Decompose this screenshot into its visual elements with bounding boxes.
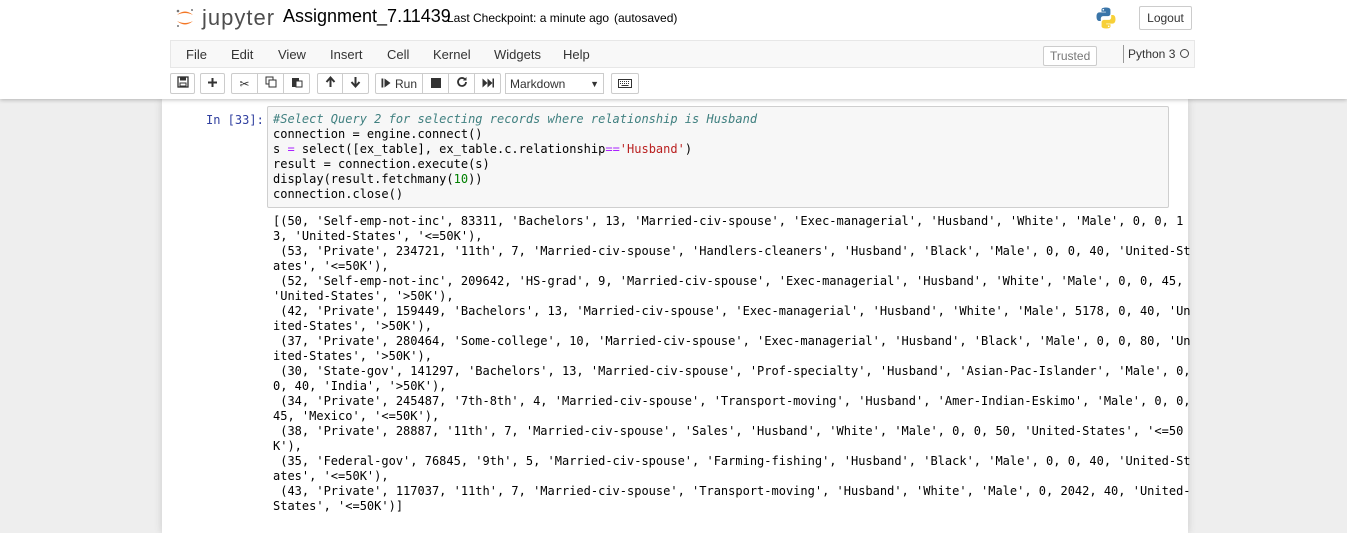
code-comment: #Select Query 2 for selecting records wh… [273, 112, 758, 126]
output-line: (38, 'Private', 28887, '11th', 7, 'Marri… [273, 424, 1184, 438]
output-line: ited-States', '>50K'), [273, 319, 432, 333]
menubar: File Edit View Insert Cell Kernel Widget… [170, 40, 1195, 68]
code-line-3c: select([ex_table], ex_table.c.relationsh… [301, 142, 606, 156]
menu-help[interactable]: Help [563, 47, 590, 62]
caret-down-icon: ▼ [590, 78, 599, 89]
code-line-5-number: 10 [453, 172, 469, 186]
output-line: ates', '<=50K'), [273, 259, 389, 273]
restart-button[interactable] [448, 73, 475, 94]
cut-button[interactable]: ✂ [231, 73, 258, 94]
move-down-button[interactable] [342, 73, 369, 94]
menu-kernel[interactable]: Kernel [433, 47, 471, 62]
copy-icon [265, 76, 277, 91]
output-line: ited-States', '>50K'), [273, 349, 432, 363]
arrow-down-icon [350, 76, 361, 91]
output-line: 45, 'Mexico', '<=50K'), [273, 409, 440, 423]
command-palette-button[interactable] [611, 73, 639, 94]
code-line-6: connection.close() [273, 187, 404, 201]
paste-icon [291, 76, 303, 91]
save-icon [176, 76, 189, 91]
output-line: 3, 'United-States', '<=50K'), [273, 229, 483, 243]
kernel-idle-icon [1180, 49, 1189, 58]
code-line-3-string: 'Husband' [619, 142, 685, 156]
output-line: (35, 'Federal-gov', 76845, '9th', 5, 'Ma… [273, 454, 1191, 468]
code-line-4: result = connection.execute(s) [273, 157, 490, 171]
cell-output: [(50, 'Self-emp-not-inc', 83311, 'Bachel… [273, 214, 1191, 514]
jupyter-logo-text: jupyter [202, 5, 276, 30]
menu-file[interactable]: File [186, 47, 207, 62]
plus-icon [207, 77, 218, 91]
kernel-name[interactable]: Python 3 [1128, 47, 1175, 61]
trusted-indicator[interactable]: Trusted [1043, 46, 1098, 66]
fast-forward-icon [482, 77, 494, 91]
refresh-icon [456, 76, 468, 91]
output-line: (42, 'Private', 159449, 'Bachelors', 13,… [273, 304, 1191, 318]
jupyter-logo-icon [174, 7, 196, 29]
checkpoint-status: Last Checkpoint: a minute ago [447, 11, 610, 25]
scissors-icon: ✂ [239, 76, 250, 91]
output-line: 'United-States', '>50K'), [273, 289, 454, 303]
jupyter-logo[interactable]: jupyter [174, 4, 275, 32]
header: jupyter Assignment_7.11439 Last Checkpoi… [0, 0, 1347, 99]
restart-run-all-button[interactable] [474, 73, 501, 94]
code-line-3f: ) [684, 142, 693, 156]
output-line: States', '<=50K')] [273, 499, 404, 513]
code-line-5c: )) [468, 172, 483, 186]
step-forward-icon [381, 77, 391, 91]
paste-button[interactable] [283, 73, 310, 94]
output-line: [(50, 'Self-emp-not-inc', 83311, 'Bachel… [273, 214, 1184, 228]
code-line-3-eq: == [605, 142, 620, 156]
menu-insert[interactable]: Insert [330, 47, 363, 62]
kernel-separator [1123, 45, 1124, 63]
output-line: (30, 'State-gov', 141297, 'Bachelors', 1… [273, 364, 1191, 378]
output-line: ates', '<=50K'), [273, 469, 389, 483]
code-line-5a: display(result.fetchmany( [273, 172, 454, 186]
output-line: (43, 'Private', 117037, '11th', 7, 'Marr… [273, 484, 1191, 498]
cell-type-value: Markdown [510, 76, 566, 91]
code-line-3a: s [273, 142, 288, 156]
output-line: 0, 40, 'India', '>50K'), [273, 379, 447, 393]
logout-button[interactable]: Logout [1139, 6, 1192, 30]
output-line: (34, 'Private', 245487, '7th-8th', 4, 'M… [273, 394, 1191, 408]
menu-cell[interactable]: Cell [387, 47, 409, 62]
input-prompt: In [33]: [206, 113, 264, 127]
menu-view[interactable]: View [278, 47, 306, 62]
code-line-3-op: = [287, 142, 302, 156]
code-editor[interactable]: #Select Query 2 for selecting records wh… [273, 112, 757, 202]
notebook-name[interactable]: Assignment_7.11439 [283, 6, 451, 27]
interrupt-button[interactable] [422, 73, 449, 94]
stop-icon [430, 77, 441, 91]
output-line: K'), [273, 439, 302, 453]
save-button[interactable] [170, 73, 195, 94]
arrow-up-icon [325, 75, 336, 91]
run-button[interactable]: Run [375, 73, 423, 94]
cell-type-select[interactable]: Markdown ▼ [505, 73, 604, 94]
output-line: (53, 'Private', 234721, '11th', 7, 'Marr… [273, 244, 1191, 258]
run-label: Run [394, 76, 417, 91]
python-logo-icon [1094, 6, 1118, 30]
keyboard-icon [618, 77, 632, 91]
menu-edit[interactable]: Edit [231, 47, 253, 62]
output-line: (37, 'Private', 280464, 'Some-college', … [273, 334, 1191, 348]
menu-widgets[interactable]: Widgets [494, 47, 541, 62]
move-up-button[interactable] [317, 73, 343, 94]
insert-cell-button[interactable] [200, 73, 225, 94]
code-line-2: connection = engine.connect() [273, 127, 483, 141]
copy-button[interactable] [257, 73, 284, 94]
output-line: (52, 'Self-emp-not-inc', 209642, 'HS-gra… [273, 274, 1184, 288]
autosave-status: (autosaved) [614, 11, 678, 25]
